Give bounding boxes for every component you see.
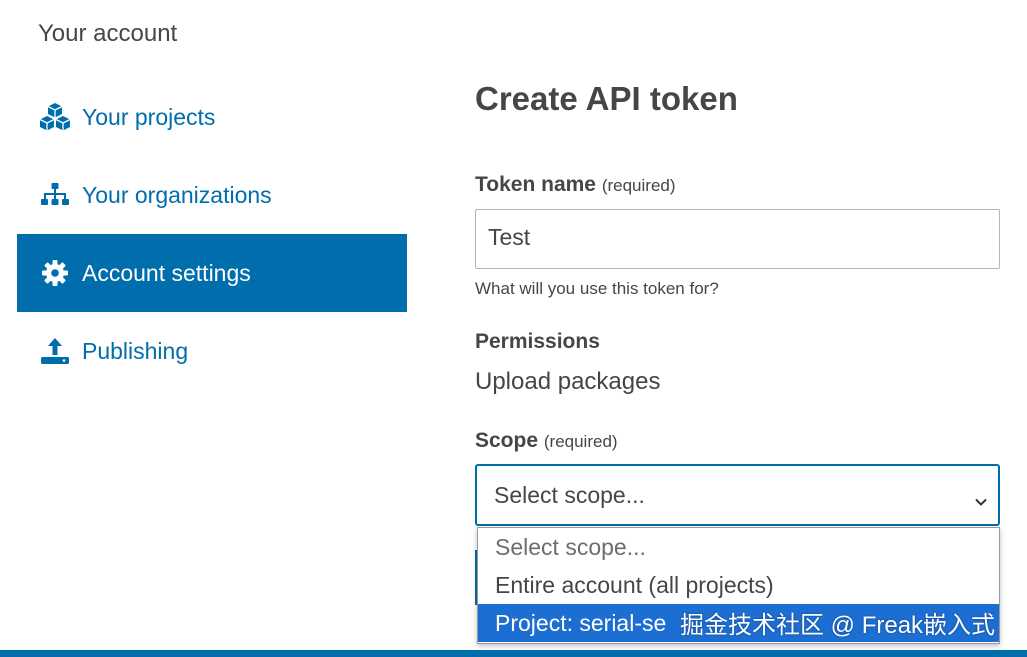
sidebar-nav: Your projects Your organizations Account… [17,78,407,390]
token-name-help: What will you use this token for? [475,279,719,298]
page-title: Create API token [475,80,738,117]
scope-option-entire-account[interactable]: Entire account (all projects) [478,566,999,604]
required-hint: (required) [543,432,618,451]
chevron-down-icon [974,488,988,506]
token-name-input[interactable]: Test [475,209,1000,269]
sidebar-item-label: Publishing [82,337,189,364]
scope-select-value: Select scope... [494,482,645,508]
footer-bar [0,650,1027,657]
token-name-label-text: Token name [475,173,596,196]
required-hint: (required) [601,176,676,195]
cubes-icon [39,101,71,133]
token-name-label: Token name (required) [475,173,676,197]
sidebar-item-account-settings[interactable]: Account settings [17,234,407,312]
scope-option-placeholder[interactable]: Select scope... [478,528,999,566]
sidebar-title: Your account [38,20,178,47]
gear-icon [39,257,71,289]
scope-label: Scope (required) [475,429,618,453]
sidebar-item-publishing[interactable]: Publishing [17,312,407,390]
watermark: 掘金技术社区 @ Freak嵌入式 [680,612,996,639]
sidebar-item-label: Account settings [82,259,251,286]
sidebar-item-label: Your projects [82,103,216,130]
upload-icon [39,335,71,367]
scope-select[interactable]: Select scope... [475,464,1000,526]
permissions-label: Permissions [475,330,600,353]
sidebar-item-label: Your organizations [82,181,272,208]
sidebar-item-projects[interactable]: Your projects [17,78,407,156]
page: Your account Your projects Your organiza… [0,0,1027,657]
scope-label-text: Scope [475,429,539,452]
sidebar-item-organizations[interactable]: Your organizations [17,156,407,234]
sitemap-icon [39,179,71,211]
permissions-value: Upload packages [475,368,661,395]
